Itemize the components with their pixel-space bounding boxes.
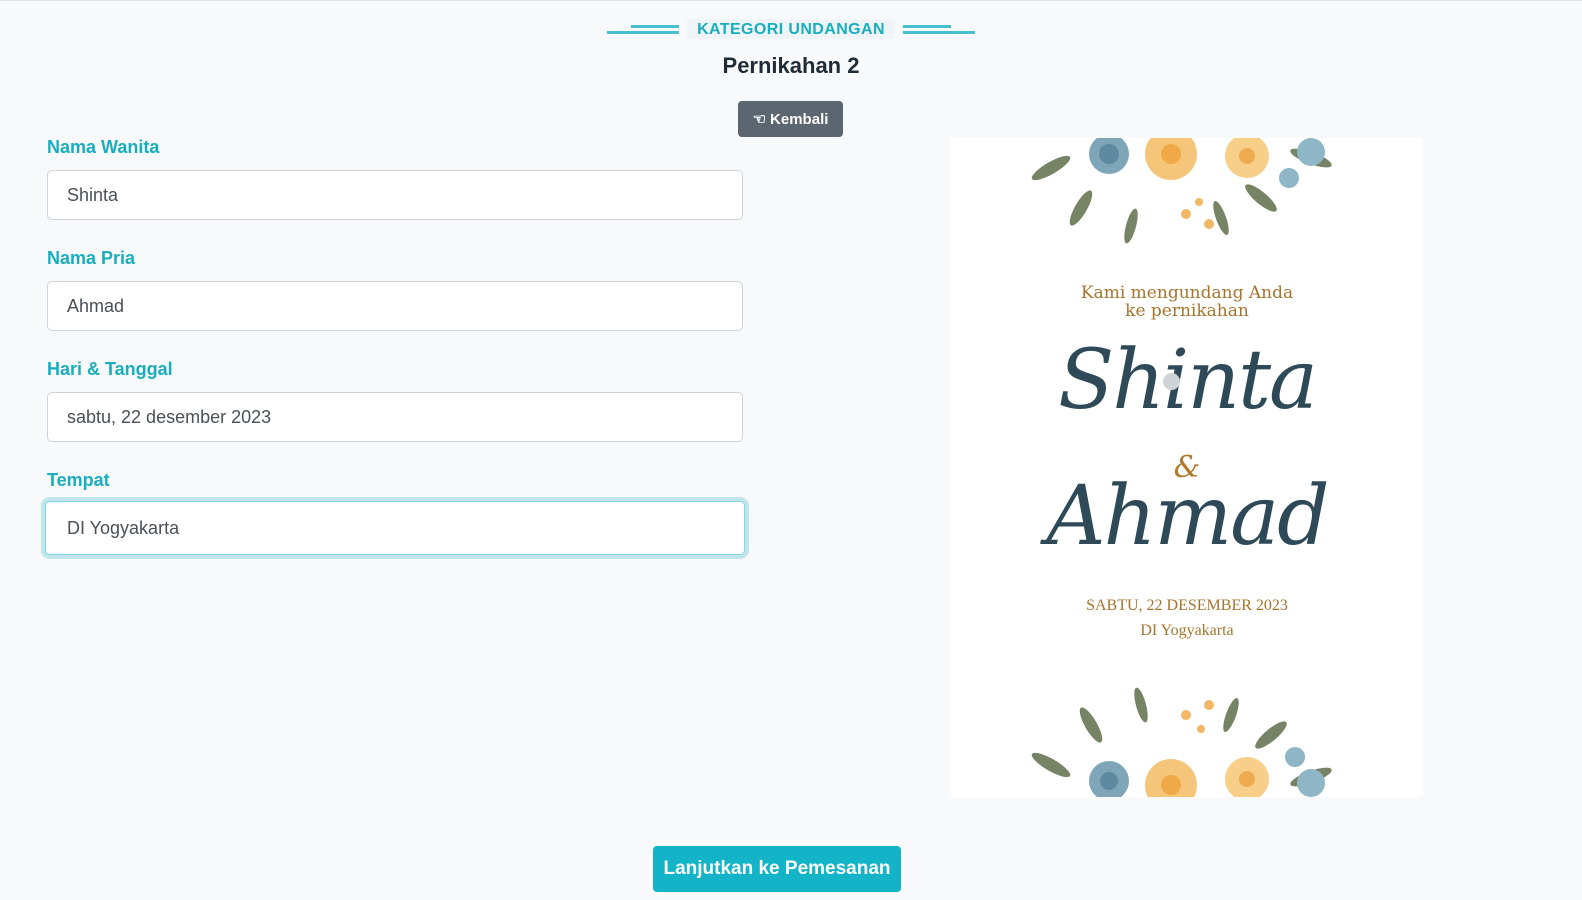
date-input[interactable] bbox=[47, 392, 743, 442]
back-button-label: Kembali bbox=[770, 110, 829, 128]
floral-bottom-decoration bbox=[1031, 687, 1332, 797]
preview-intro: Kami mengundang Anda ke pernikahan bbox=[951, 284, 1423, 320]
preview-groom-name: Ahmad bbox=[1046, 469, 1329, 564]
bride-name-label: Nama Wanita bbox=[47, 137, 160, 157]
category-subtitle: KATEGORI UNDANGAN bbox=[687, 19, 895, 39]
preview-bride-name: Shinta bbox=[1058, 333, 1318, 428]
floral-top-decoration bbox=[1031, 138, 1332, 244]
bride-name-input[interactable] bbox=[47, 170, 743, 220]
date-label: Hari & Tanggal bbox=[47, 359, 173, 379]
place-label: Tempat bbox=[47, 470, 110, 490]
invitation-preview: Kami mengundang Anda ke pernikahan Shint… bbox=[951, 138, 1423, 797]
preview-intro-line2: ke pernikahan bbox=[1125, 301, 1249, 321]
cursor-dot bbox=[1163, 373, 1180, 390]
preview-place: DI Yogyakarta bbox=[1140, 622, 1234, 639]
place-input[interactable] bbox=[45, 501, 745, 555]
decor-lines-right bbox=[902, 23, 975, 35]
continue-to-order-button[interactable]: Lanjutkan ke Pemesanan bbox=[653, 846, 901, 892]
decor-lines-left bbox=[607, 23, 680, 35]
groom-name-label: Nama Pria bbox=[47, 248, 136, 268]
section-header: KATEGORI UNDANGAN bbox=[0, 19, 1582, 39]
groom-name-input[interactable] bbox=[47, 281, 743, 331]
hand-point-left-icon: ☜ bbox=[752, 110, 767, 128]
back-button[interactable]: ☜ Kembali bbox=[738, 101, 843, 137]
page-title: Pernikahan 2 bbox=[722, 53, 860, 78]
preview-intro-line1: Kami mengundang Anda bbox=[1080, 283, 1294, 303]
preview-date: SABTU, 22 DESEMBER 2023 bbox=[1086, 597, 1288, 614]
